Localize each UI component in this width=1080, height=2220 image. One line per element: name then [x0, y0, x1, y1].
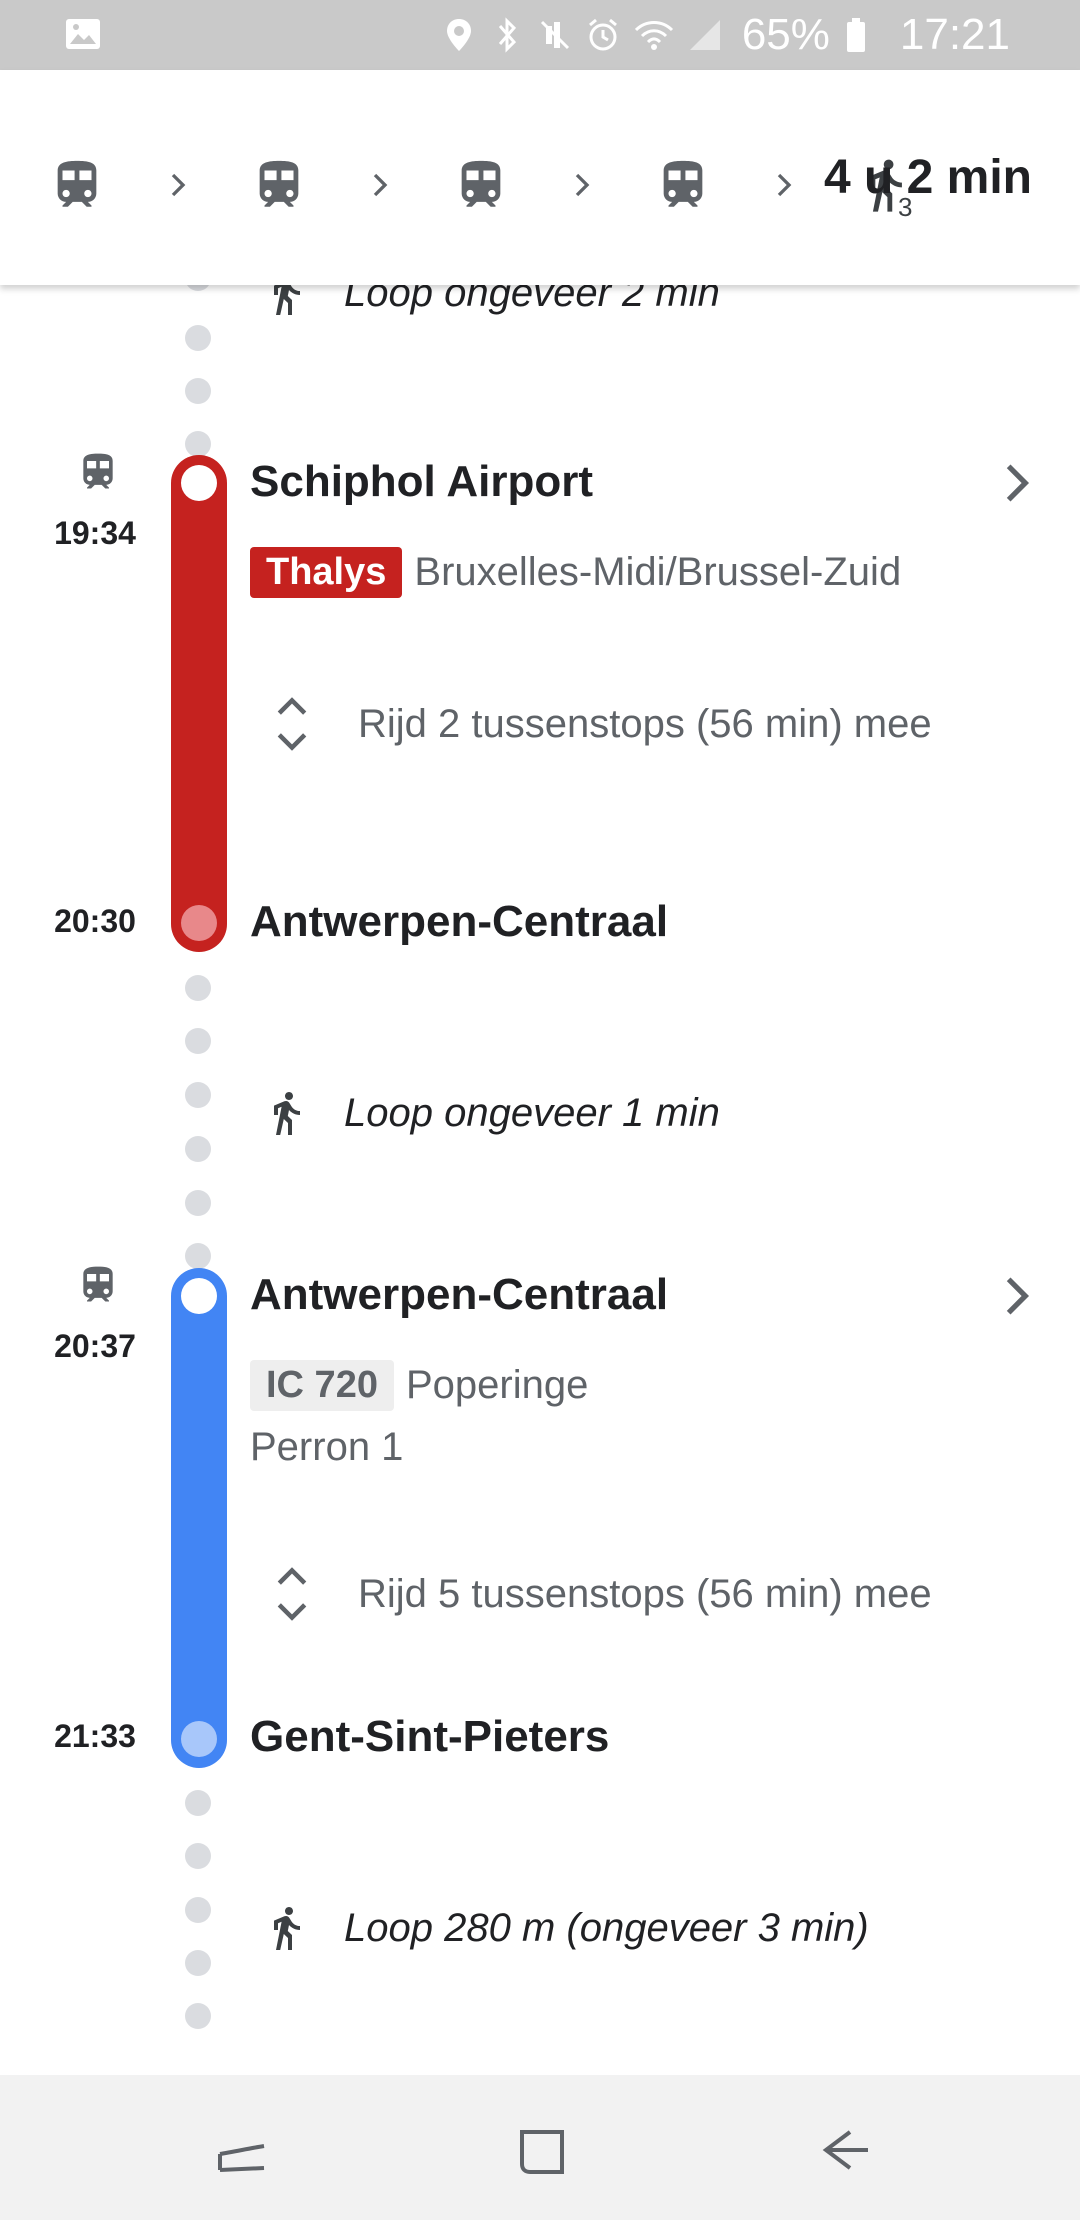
walk-dot [185, 431, 211, 457]
walk-icon [274, 1907, 300, 1950]
total-duration: 4 u 2 min [823, 151, 1032, 204]
transit-line-blue [171, 1268, 227, 1768]
wifi-icon [634, 21, 673, 50]
expand-stops-button[interactable]: Rijd 5 tussenstops (56 min) mee [270, 1565, 932, 1623]
walk-dot [185, 1028, 211, 1054]
line-info: IC 720 Poperinge [250, 1360, 588, 1411]
train-icon [83, 1266, 113, 1302]
image-icon [66, 19, 100, 49]
intermediate-stops: Rijd 2 tussenstops (56 min) mee [358, 701, 932, 746]
chevron-right-icon [373, 173, 388, 197]
line-badge: IC 720 [250, 1360, 394, 1411]
chevron-right-icon [575, 173, 590, 197]
walk-dot [185, 1950, 211, 1976]
mute-icon [540, 20, 569, 50]
signal-icon [689, 20, 720, 50]
walk-step-top[interactable]: Loop ongeveer 2 min [262, 285, 720, 321]
back-button[interactable] [816, 2120, 876, 2180]
departure-stop-marker [181, 1278, 217, 1314]
status-icons: 65% 17:21 [442, 0, 1080, 70]
transit-line-red [171, 455, 227, 952]
walk-icon [274, 1092, 300, 1135]
walk-step-bottom[interactable]: Loop 280 m (ongeveer 3 min) [262, 1900, 869, 1956]
chevron-right-icon[interactable] [992, 458, 1042, 508]
walk-dot [185, 285, 211, 291]
departure-stop-marker [181, 465, 217, 501]
bluetooth-icon [498, 17, 516, 53]
train-icon [259, 160, 299, 207]
walk-description: Loop ongeveer 1 min [344, 1090, 720, 1135]
route-timeline[interactable]: Loop ongeveer 2 min 19:34 Schiphol Airpo… [0, 285, 1080, 2075]
line-info: Thalys Bruxelles-Midi/Brussel-Zuid [250, 547, 901, 598]
walk-dot [185, 1190, 211, 1216]
alarm-icon [588, 18, 617, 51]
walk-dot [185, 325, 211, 351]
walk-dot [185, 975, 211, 1001]
battery-icon [846, 18, 865, 52]
location-icon [446, 19, 471, 51]
walk-description: Loop 280 m (ongeveer 3 min) [344, 1905, 869, 1950]
home-button[interactable] [512, 2120, 572, 2180]
train-icon [663, 160, 703, 207]
walk-dot [185, 1843, 211, 1869]
walk-step-middle[interactable]: Loop ongeveer 1 min [262, 1085, 720, 1141]
intermediate-stops: Rijd 5 tussenstops (56 min) mee [358, 1571, 932, 1616]
headsign: Bruxelles-Midi/Brussel-Zuid [414, 550, 902, 594]
walk-dot [185, 1243, 211, 1269]
walk-dot [185, 378, 211, 404]
train-icon [57, 160, 97, 207]
arrival-station[interactable]: Antwerpen-Centraal [250, 897, 668, 947]
route-header: 3 4 u 2 min [0, 70, 1080, 285]
walk-dot [185, 1082, 211, 1108]
arrival-stop-marker [181, 1721, 217, 1757]
expand-stops-button[interactable]: Rijd 2 tussenstops (56 min) mee [270, 695, 932, 753]
arrival-time: 20:30 [54, 903, 136, 939]
recent-apps-button[interactable] [212, 2120, 272, 2180]
walk-dot [185, 1897, 211, 1923]
headsign: Poperinge [405, 1363, 589, 1407]
chevron-right-icon[interactable] [992, 1271, 1042, 1321]
status-bar: 65% 17:21 [0, 0, 1080, 70]
walk-description: Loop ongeveer 2 min [344, 285, 720, 315]
walk-dot [185, 1790, 211, 1816]
walk-dot [185, 1136, 211, 1162]
departure-station[interactable]: Antwerpen-Centraal [250, 1270, 668, 1320]
navigation-bar [0, 2075, 1080, 2220]
platform-info: Perron 1 [250, 1425, 404, 1469]
arrival-station[interactable]: Gent-Sint-Pieters [250, 1712, 609, 1762]
arrival-stop-marker [181, 905, 217, 941]
battery-percentage: 65% [741, 10, 830, 59]
line-badge: Thalys [250, 547, 403, 598]
departure-time: 20:37 [54, 1328, 136, 1364]
walk-dot [185, 2003, 211, 2029]
departure-station[interactable]: Schiphol Airport [250, 457, 593, 507]
departure-time: 19:34 [54, 515, 136, 551]
route-summary[interactable]: 3 [48, 130, 926, 240]
train-icon [83, 453, 113, 489]
train-icon [461, 160, 501, 207]
expand-icon [277, 1567, 307, 1621]
chevron-right-icon [171, 173, 186, 197]
walk-icon [274, 285, 300, 315]
arrival-time: 21:33 [54, 1718, 136, 1754]
chevron-right-icon [777, 173, 792, 197]
expand-icon [277, 697, 307, 751]
clock: 17:21 [899, 10, 1010, 59]
